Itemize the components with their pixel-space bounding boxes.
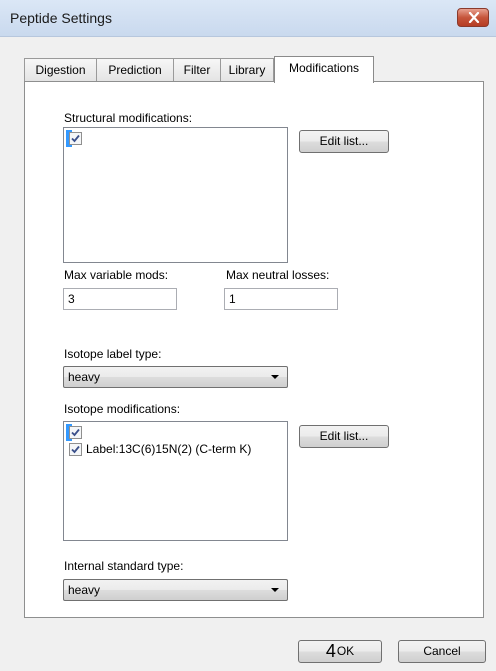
max-variable-mods-label: Max variable mods: <box>64 268 169 282</box>
list-item[interactable]: Label:13C(6)15N(4) (C-term R) <box>66 424 252 441</box>
internal-standard-type-select[interactable]: heavy <box>63 579 288 601</box>
max-neutral-losses-label: Max neutral losses: <box>226 268 330 282</box>
item-label: Carbamidomethyl (C) <box>86 131 201 145</box>
max-neutral-losses-input[interactable]: 1 <box>224 288 338 310</box>
tab-library[interactable]: Library <box>220 58 274 81</box>
structural-edit-list-button[interactable]: Edit list... <box>299 130 389 153</box>
isotope-label-type-select[interactable]: heavy <box>63 366 288 388</box>
chevron-down-icon <box>271 375 279 379</box>
checkbox[interactable] <box>69 426 82 439</box>
button-label: Cancel <box>423 644 461 658</box>
checkmark-icon <box>71 428 80 437</box>
button-label: OK <box>336 644 355 658</box>
chevron-down-icon <box>271 588 279 592</box>
peptide-settings-dialog: Peptide Settings Digestion Prediction Fi… <box>0 0 496 671</box>
close-x-icon <box>468 12 480 23</box>
tab-digestion[interactable]: Digestion <box>24 58 97 81</box>
list-item[interactable]: Label:13C(6)15N(2) (C-term K) <box>66 441 251 458</box>
isotope-modifications-label: Isotope modifications: <box>64 402 181 416</box>
item-label: Label:13C(6)15N(4) (C-term R) <box>86 425 253 439</box>
item-label: Label:13C(6)15N(2) (C-term K) <box>86 442 252 456</box>
isotope-edit-list-button[interactable]: Edit list... <box>299 425 389 448</box>
modifications-panel: Structural modifications: Carbamidomethy… <box>24 81 484 618</box>
checkmark-icon <box>71 134 80 143</box>
tab-label: Prediction <box>108 63 162 77</box>
tab-label: Library <box>228 63 266 77</box>
close-button[interactable] <box>457 8 489 27</box>
tab-label: Filter <box>183 63 211 77</box>
ok-button[interactable]: 4OK <box>298 640 382 663</box>
max-variable-mods-input[interactable]: 3 <box>63 288 177 310</box>
window-title: Peptide Settings <box>10 10 112 26</box>
internal-standard-type-label: Internal standard type: <box>64 559 184 573</box>
tab-modifications[interactable]: Modifications <box>274 56 374 83</box>
select-value: heavy <box>68 370 101 384</box>
button-label: Edit list... <box>319 134 369 148</box>
checkmark-icon <box>71 445 80 454</box>
ok-prefix: 4 <box>325 641 336 661</box>
checkbox[interactable] <box>69 132 82 145</box>
cancel-button[interactable]: Cancel <box>398 640 486 663</box>
tab-filter[interactable]: Filter <box>173 58 221 81</box>
title-bar: Peptide Settings <box>0 0 496 37</box>
input-value: 1 <box>229 292 236 306</box>
isotope-modifications-list[interactable]: Label:13C(6)15N(4) (C-term R) Label:13C(… <box>63 421 288 541</box>
tab-label: Digestion <box>35 63 86 77</box>
checkbox[interactable] <box>69 443 82 456</box>
input-value: 3 <box>68 292 75 306</box>
button-label: Edit list... <box>319 429 369 443</box>
structural-modifications-label: Structural modifications: <box>64 111 193 125</box>
structural-modifications-list[interactable]: Carbamidomethyl (C) <box>63 127 288 263</box>
select-value: heavy <box>68 583 101 597</box>
tab-label: Modifications <box>288 61 360 75</box>
isotope-label-type-label: Isotope label type: <box>64 347 162 361</box>
tab-prediction[interactable]: Prediction <box>96 58 174 81</box>
list-item[interactable]: Carbamidomethyl (C) <box>66 130 200 147</box>
